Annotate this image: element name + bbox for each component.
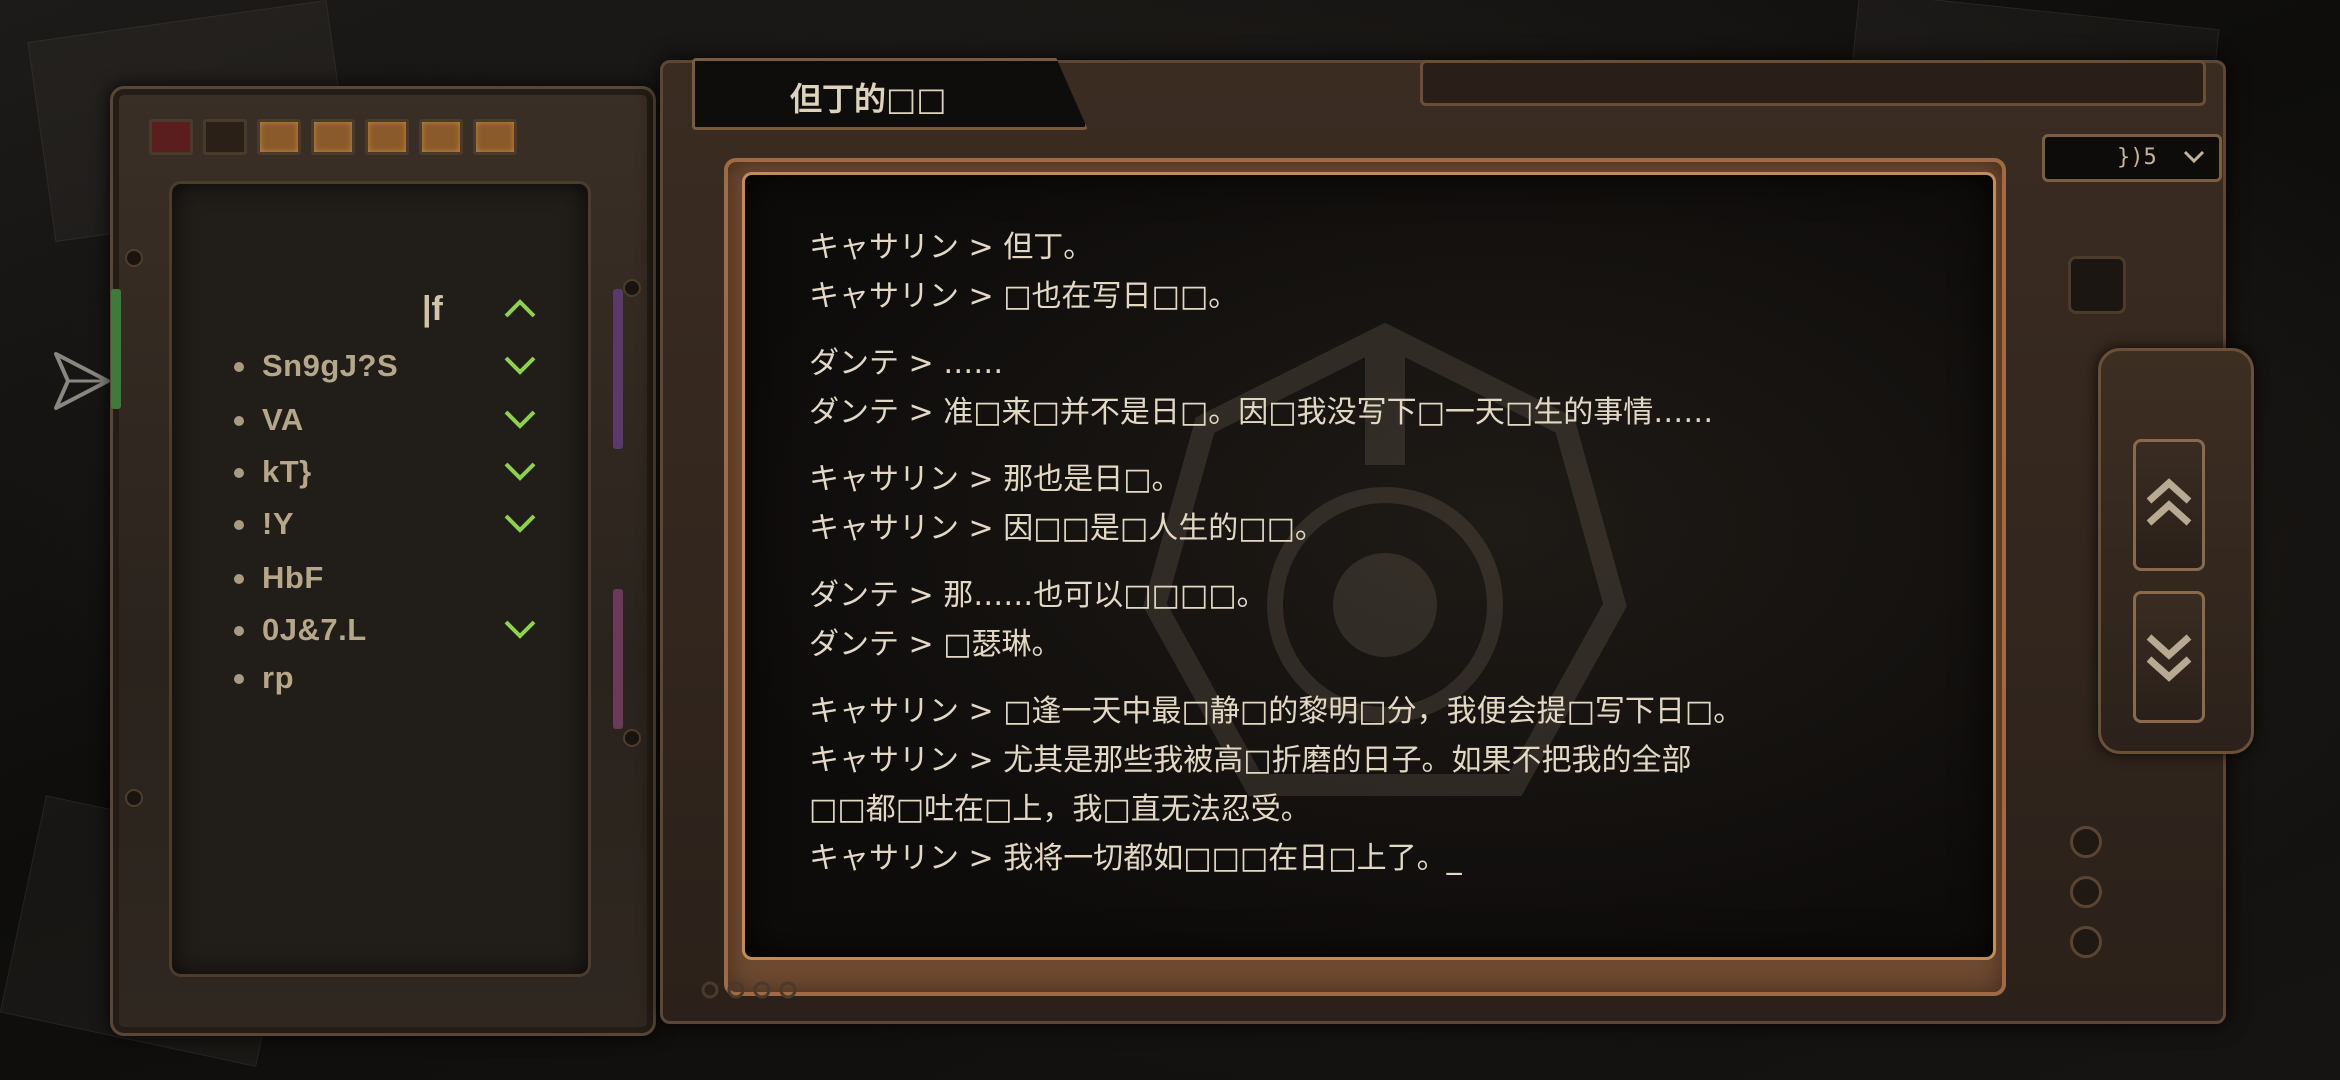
dropdown-value: })5 <box>2117 145 2157 170</box>
chapter-item[interactable]: VA <box>172 392 588 452</box>
frame-socket <box>2068 256 2126 314</box>
scroll-down-button[interactable] <box>2133 591 2205 723</box>
chapter-item-label: VA <box>262 402 304 437</box>
chevron-down-icon[interactable] <box>502 460 538 484</box>
chapter-nav-panel: |f Sn9gJ?S VA kT} !Y HbF 0J&7.L rp <box>110 86 656 1036</box>
indicator-light <box>149 119 193 155</box>
frame-decoration <box>1420 60 2206 106</box>
chapter-item[interactable]: HbF <box>172 550 588 610</box>
side-stripe <box>613 289 623 449</box>
bullet <box>234 362 244 372</box>
dialogue-line: ダンテ > 准□来□并不是日□。因□我没写下□一天□生的事情…… <box>809 395 1714 430</box>
chevron-down-icon[interactable] <box>502 354 538 378</box>
bullet <box>234 520 244 530</box>
chevron-down-icon[interactable] <box>502 408 538 432</box>
rivet <box>125 789 143 807</box>
dialogue-line: キャサリン > 那也是日□。 <box>809 462 1182 497</box>
dialogue-line: キャサリン > □也在写日□□。 <box>809 279 1239 314</box>
page-select-dropdown[interactable]: })5 <box>2042 134 2222 182</box>
dialogue-log[interactable]: キャサリン > 但丁。 キャサリン > □也在写日□□。 ダンテ > …… ダンテ >… <box>742 172 1996 960</box>
scroll-up-button[interactable] <box>2133 439 2205 571</box>
indicator-light <box>203 119 247 155</box>
share-icon[interactable] <box>52 348 112 414</box>
dialogue-line: キャサリン > 尤其是那些我被高□折磨的日子。如果不把我的全部 <box>809 743 1692 778</box>
gear-icon <box>2070 826 2102 858</box>
gear-icon <box>2070 926 2102 958</box>
indicator-light <box>365 119 409 155</box>
chapter-item-label: HbF <box>262 560 324 595</box>
dialogue-group: キャサリン > 但丁。キャサリン > □也在写日□□。 <box>809 223 1969 321</box>
chapter-item-label: 0J&7.L <box>262 612 367 647</box>
bullet <box>234 574 244 584</box>
chevron-down-icon <box>2183 150 2205 164</box>
dialogue-line: キャサリン > 我将一切都如□□□在日□上了。_ <box>809 841 1462 876</box>
side-stripe <box>613 589 623 729</box>
dialogue-group: ダンテ > 那……也可以□□□□。 ダンテ > □瑟琳。 <box>809 571 1969 669</box>
rivet <box>623 279 641 297</box>
scroll-controls <box>2098 348 2254 754</box>
chapter-list: |f Sn9gJ?S VA kT} !Y HbF 0J&7.L rp <box>169 181 591 977</box>
chevron-down-icon[interactable] <box>502 618 538 642</box>
bullet <box>234 468 244 478</box>
dialogue-group: キャサリン > □逢一天中最□静□的黎明□分，我便会提□写下日□。 キャサリン >… <box>809 687 1969 883</box>
bullet <box>234 416 244 426</box>
chapter-item[interactable]: kT} <box>172 444 588 504</box>
dialogue-line: キャサリン > 因□□是□人生的□□。 <box>809 511 1325 546</box>
dialogue-line: キャサリン > 但丁。 <box>809 230 1094 265</box>
page-title: 但丁的□□ <box>790 80 947 118</box>
indicator-light <box>473 119 517 155</box>
chapter-item-label: Sn9gJ?S <box>262 348 399 383</box>
chevron-down-icon[interactable] <box>502 512 538 536</box>
chapter-header[interactable]: |f <box>172 280 588 340</box>
dialogue-group: ダンテ > …… ダンテ > 准□来□并不是日□。因□我没写下□一天□生的事情…… <box>809 339 1969 437</box>
dialogue-line: キャサリン > □逢一天中最□静□的黎明□分，我便会提□写下日□。 <box>809 694 1744 729</box>
chapter-item-label: kT} <box>262 454 312 489</box>
chapter-item-label: rp <box>262 660 294 695</box>
indicator-light <box>311 119 355 155</box>
dialogue-line: □□都□吐在□上，我□直无法忍受。 <box>809 792 1311 827</box>
side-stripe <box>111 289 121 409</box>
chapter-item-label: !Y <box>262 506 294 541</box>
chapter-header-label: |f <box>422 290 443 328</box>
chevron-up-icon[interactable] <box>502 296 538 320</box>
rivet <box>623 729 641 747</box>
chapter-item[interactable]: rp <box>172 650 588 710</box>
dialogue-lines: キャサリン > 但丁。 キャサリン > □也在写日□□。 ダンテ > …… ダンテ >… <box>809 223 1969 901</box>
dialogue-line: ダンテ > □瑟琳。 <box>809 627 1062 662</box>
indicator-light <box>419 119 463 155</box>
double-chevron-down-icon <box>2146 634 2192 682</box>
dialogue-line: ダンテ > 那……也可以□□□□。 <box>809 578 1267 613</box>
rivet <box>125 249 143 267</box>
chapter-item[interactable]: Sn9gJ?S <box>172 338 588 398</box>
dialogue-group: キャサリン > 那也是日□。キャサリン > 因□□是□人生的□□。 <box>809 455 1969 553</box>
chapter-item[interactable]: !Y <box>172 496 588 556</box>
bullet <box>234 626 244 636</box>
dialogue-line: ダンテ > …… <box>809 346 1004 381</box>
indicator-light <box>257 119 301 155</box>
gear-icon <box>2070 876 2102 908</box>
double-chevron-up-icon <box>2146 478 2192 526</box>
indicator-lights <box>149 119 517 155</box>
bullet <box>234 674 244 684</box>
frame-rivets <box>701 981 797 999</box>
